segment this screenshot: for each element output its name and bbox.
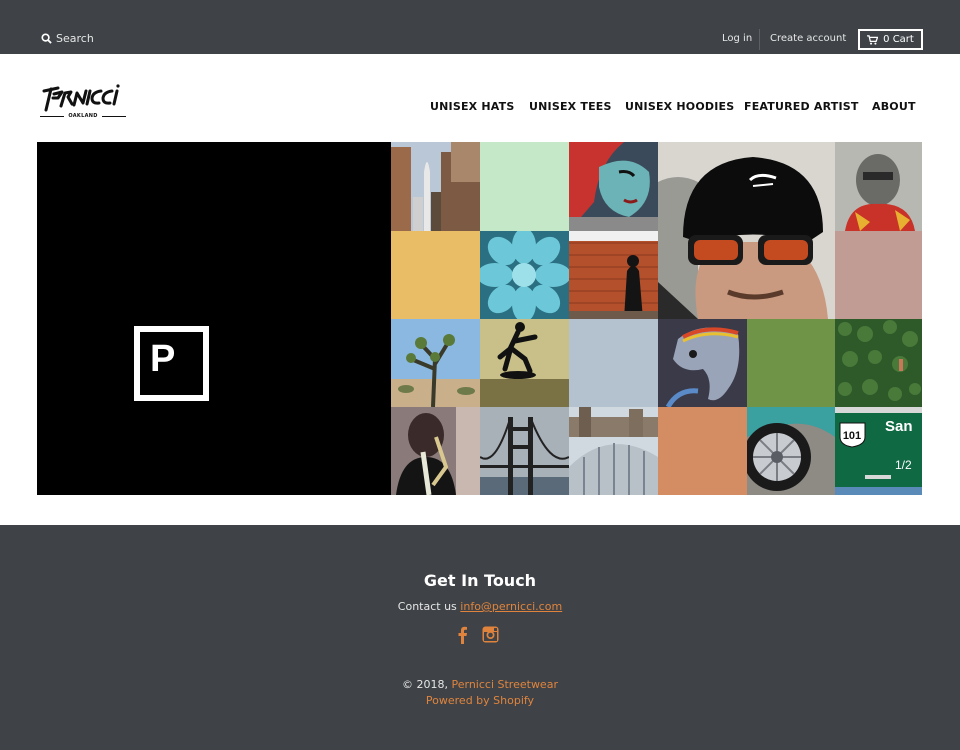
search-icon — [41, 33, 52, 44]
saxophone-mural-photo — [391, 407, 480, 495]
contact-email-link[interactable]: info@pernicci.com — [460, 600, 562, 613]
mustard-color-tile — [391, 231, 480, 319]
pernicci-logo-mark — [42, 84, 120, 112]
facebook-icon[interactable] — [456, 626, 468, 644]
search-label: Search — [56, 32, 94, 45]
social-links — [456, 626, 499, 644]
car-wheel-photo — [747, 407, 835, 495]
create-account-link[interactable]: Create account — [770, 33, 846, 44]
olive-color-tile — [747, 319, 835, 407]
footer-copyright: © 2018, Pernicci Streetwear — [0, 678, 960, 691]
nav-featured-artist[interactable]: FEATURED ARTIST — [744, 100, 859, 113]
skateboarder-photo — [480, 319, 569, 407]
mint-color-tile — [480, 142, 569, 231]
old-man-mural-photo — [835, 142, 922, 231]
site-footer: Get In Touch Contact us info@pernicci.co… — [0, 525, 960, 750]
succulent-photo — [480, 231, 569, 319]
brand-link[interactable]: Pernicci Streetwear — [452, 678, 558, 691]
cart-button[interactable]: 0 Cart — [858, 29, 923, 50]
slate-color-tile — [569, 319, 658, 407]
kauffman-center-photo — [569, 407, 658, 495]
copyright-prefix: © 2018, — [402, 678, 452, 691]
golden-gate-photo — [480, 407, 569, 495]
mural-woman-photo — [569, 142, 658, 231]
vine-wall-photo — [835, 319, 922, 407]
joshua-tree-photo — [391, 319, 480, 407]
logo-rule-right — [101, 115, 127, 117]
nav-unisex-hats[interactable]: UNISEX HATS — [430, 100, 514, 113]
highway-sign-fraction: 1/2 — [895, 458, 912, 472]
rose-color-tile — [835, 231, 922, 319]
login-link[interactable]: Log in — [722, 33, 752, 44]
instagram-icon[interactable] — [482, 626, 499, 643]
logo-rule-left — [40, 115, 65, 117]
hat-man-photo — [658, 142, 835, 319]
nav-unisex-hoodies[interactable]: UNISEX HOODIES — [625, 100, 734, 113]
site-logo[interactable]: OAKLAND — [40, 82, 127, 124]
logo-subtitle-text: OAKLAND — [68, 113, 98, 119]
brick-wall-photo — [569, 231, 658, 319]
footer-heading: Get In Touch — [423, 571, 537, 590]
search-button[interactable]: Search — [41, 32, 94, 45]
hero-photo-grid: 101 San 1/2 — [391, 142, 922, 495]
powered-by-link[interactable]: Powered by Shopify — [0, 694, 960, 707]
top-bar: Search Log in Create account 0 Cart — [0, 0, 960, 54]
highway-sign-city: San — [885, 418, 913, 435]
hero-brand-panel[interactable]: P — [37, 142, 391, 495]
rocket-city-photo — [391, 142, 480, 231]
highway-sign-number: 101 — [843, 430, 861, 442]
contact-prefix: Contact us — [397, 600, 461, 613]
logo-subtitle: OAKLAND — [40, 113, 127, 119]
nav-about[interactable]: ABOUT — [872, 100, 916, 113]
elephant-mural-photo — [658, 319, 747, 407]
topbar-divider — [759, 29, 760, 50]
p-logo-letter: P — [150, 338, 176, 380]
highway-sign-photo: 101 San 1/2 — [835, 407, 922, 495]
cart-icon — [867, 34, 879, 45]
footer-contact: Contact us info@pernicci.com — [0, 600, 960, 613]
cart-label: 0 Cart — [883, 34, 914, 45]
p-logo-mark: P — [134, 326, 209, 401]
terracotta-color-tile — [658, 407, 747, 495]
nav-unisex-tees[interactable]: UNISEX TEES — [529, 100, 612, 113]
